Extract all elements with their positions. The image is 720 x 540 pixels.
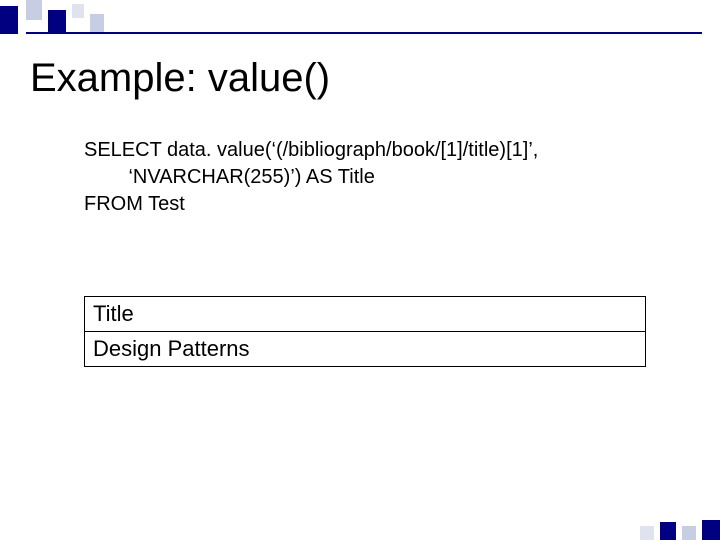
decor-square <box>72 4 84 18</box>
decor-square <box>26 0 42 20</box>
slide-title: Example: value() <box>30 56 690 101</box>
code-line: FROM Test <box>84 193 185 215</box>
table-row: Design Patterns <box>85 332 646 367</box>
code-line: SELECT data. value(‘(/bibliograph/book/[… <box>84 139 538 161</box>
table-data-cell: Design Patterns <box>85 332 646 367</box>
decor-square <box>90 14 104 34</box>
decor-top-strip <box>0 0 720 34</box>
decor-square <box>48 10 66 34</box>
decor-rule <box>26 32 702 34</box>
code-block: SELECT data. value(‘(/bibliograph/book/[… <box>84 137 690 218</box>
code-line: ‘NVARCHAR(255)’) AS Title <box>84 166 375 188</box>
slide-body: Example: value() SELECT data. value(‘(/b… <box>0 34 720 540</box>
result-table: Title Design Patterns <box>84 296 646 367</box>
table-header-cell: Title <box>85 297 646 332</box>
table-row: Title <box>85 297 646 332</box>
decor-square <box>0 6 18 34</box>
